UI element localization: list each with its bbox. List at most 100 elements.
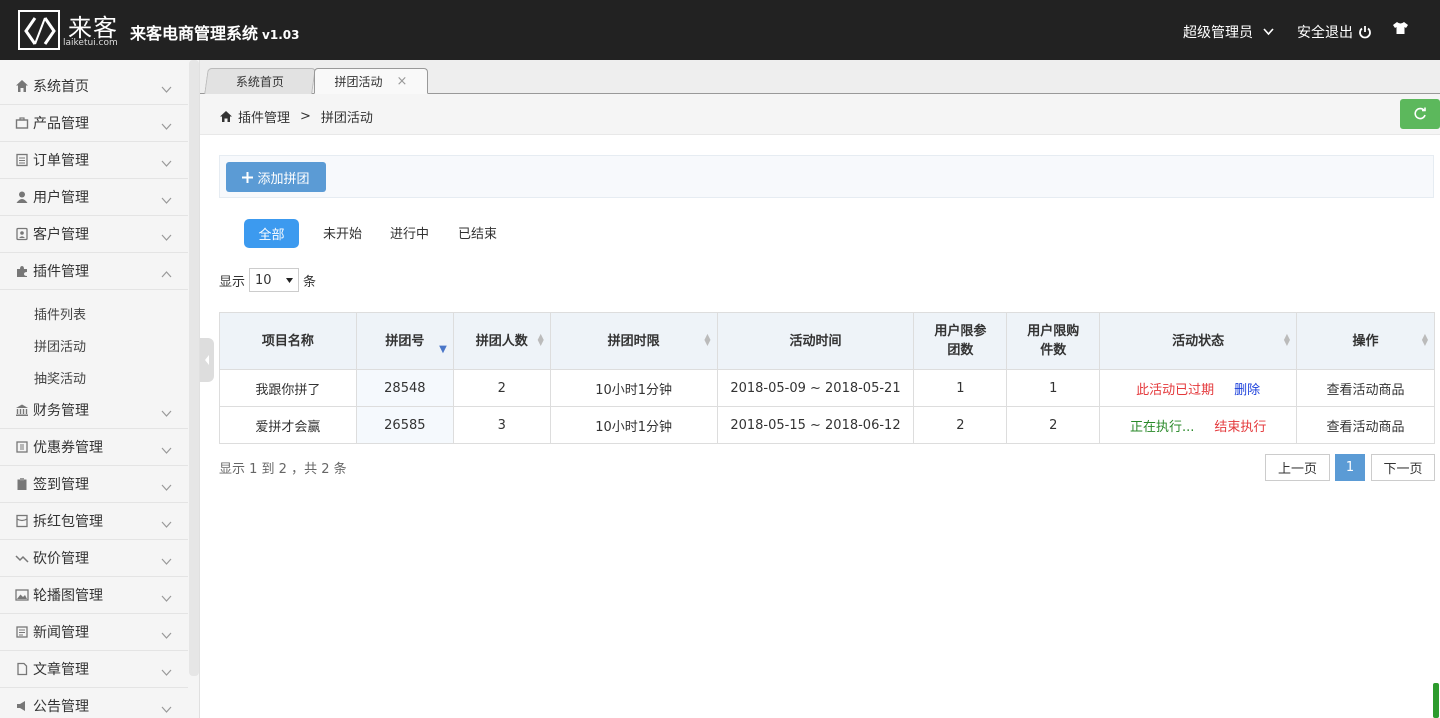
col-group-no[interactable]: 拼团号 ▼ [355,312,454,370]
news-icon [15,625,29,639]
sidebar-item-label: 新闻管理 [33,625,89,641]
col-time-label: 活动时间 [789,333,842,349]
sidebar-item[interactable]: 砍价管理 [0,540,188,577]
col-status[interactable]: 活动状态 ▲ ▼ [1099,312,1298,370]
view-goods-link[interactable]: 查看活动商品 [1327,383,1405,398]
sidebar-item[interactable]: 拆红包管理 [0,503,188,540]
sidebar-item[interactable]: 签到管理 [0,466,188,503]
length-value: 10 [255,272,272,288]
sidebar-subitem[interactable]: 拼团活动 [34,336,86,355]
group-buy-table: 项目名称 拼团号 ▼ 拼团人数 ▲ ▼ 拼团时限 ▲ ▼ 活动时间 用户限参团数 用户限购… [219,312,1435,444]
col-people-label: 拼团人数 [475,333,528,349]
top-header: 来客 laiketui.com 来客电商管理系统 v1.03 超级管理员 安全退出 [0,0,1440,60]
sidebar-item-label: 系统首页 [33,79,89,95]
col-buy-limit-label: 用户限购件数 [1027,324,1080,358]
end-execution-link[interactable]: 结束执行 [1214,420,1266,435]
breadcrumb-parent[interactable]: 插件管理 [238,107,290,126]
sort-icon: ▲ ▼ [1283,332,1291,347]
coupon-icon [15,440,29,454]
filter-not-started[interactable]: 未开始 [323,223,362,242]
view-goods-link[interactable]: 查看活动商品 [1327,420,1405,435]
puzzle-icon [15,264,29,278]
system-title-text: 来客电商管理系统 [130,24,259,43]
trend-icon [15,551,29,565]
chevron-down-icon [161,81,172,97]
refresh-button[interactable] [1400,99,1440,129]
sidebar-item[interactable]: 系统首页 [0,68,188,105]
chevron-down-icon [161,664,172,680]
page-length-select[interactable]: 10 [249,268,300,292]
megaphone-icon [15,699,29,713]
col-time[interactable]: 活动时间 [716,312,915,370]
side-indicator [1433,683,1439,718]
sidebar-item[interactable]: 客户管理 [0,216,188,253]
col-status-label: 活动状态 [1172,333,1225,349]
tab-group-buy[interactable]: 拼团活动 × [314,68,428,94]
sidebar-toggle[interactable] [200,338,214,382]
add-group-button[interactable]: 添加拼团 [226,162,326,192]
sidebar-item[interactable]: 优惠券管理 [0,429,188,466]
admin-label: 超级管理员 [1183,25,1253,41]
admin-menu[interactable]: 超级管理员 [1183,22,1274,42]
cell-join-limit: 1 [913,369,1008,407]
logout-button[interactable]: 安全退出 [1297,22,1372,42]
col-buy-limit[interactable]: 用户限购件数 [1006,312,1101,370]
sidebar-item[interactable]: 新闻管理 [0,614,188,651]
sidebar-item-label: 优惠券管理 [33,440,103,456]
chevron-up-icon [161,266,172,282]
cell-buy-limit: 2 [1006,406,1101,444]
sidebar-item[interactable]: 插件管理 [0,253,188,290]
next-page-button[interactable]: 下一页 [1371,454,1435,481]
briefcase-icon [15,116,29,130]
filter-in-progress[interactable]: 进行中 [390,223,429,242]
length-suffix: 条 [303,274,317,290]
chevron-down-icon [161,405,172,421]
sidebar-item[interactable]: 用户管理 [0,179,188,216]
power-icon [1359,26,1371,39]
cell-join-limit: 2 [913,406,1008,444]
chevron-down-icon [161,627,172,643]
sidebar-item[interactable]: 轮播图管理 [0,577,188,614]
sidebar-item[interactable]: 文章管理 [0,651,188,688]
filter-all[interactable]: 全部 [244,219,299,248]
breadcrumb-current: 拼团活动 [320,111,373,126]
sidebar-scrollbar[interactable] [189,60,199,676]
col-people[interactable]: 拼团人数 ▲ ▼ [452,312,551,370]
chevron-down-icon [161,192,172,208]
prev-page-button[interactable]: 上一页 [1265,454,1330,481]
page-length: 显示 10 条 [219,268,316,292]
skin-icon[interactable] [1392,21,1409,39]
logout-label: 安全退出 [1297,25,1353,41]
sidebar-item[interactable]: 产品管理 [0,105,188,142]
sidebar-item-label: 砍价管理 [33,551,89,567]
sort-icon: ▲ ▼ [1421,332,1428,347]
sidebar-item[interactable]: 订单管理 [0,142,188,179]
filter-ended[interactable]: 已结束 [458,223,497,242]
col-limit[interactable]: 拼团时限 ▲ ▼ [549,312,718,370]
sidebar-subitem[interactable]: 插件列表 [34,304,86,323]
chevron-down-icon [161,479,172,495]
sidebar-item[interactable]: 财务管理 [0,392,188,429]
bank-icon [15,403,29,417]
table-header-row: 项目名称 拼团号 ▼ 拼团人数 ▲ ▼ 拼团时限 ▲ ▼ 活动时间 用户限参团数 用户限购… [219,312,1435,370]
cell-people: 3 [452,406,551,444]
col-join-limit-label: 用户限参团数 [934,324,987,358]
close-icon[interactable]: × [397,74,408,89]
page-1-button[interactable]: 1 [1335,454,1365,481]
caret-down-icon [286,277,294,283]
sidebar-item[interactable]: 公告管理 [0,688,188,718]
col-op[interactable]: 操作 ▲ ▼ [1296,312,1435,370]
cell-time: 2018-05-09 ~ 2018-05-21 [716,369,915,407]
col-join-limit[interactable]: 用户限参团数 [913,312,1008,370]
tab-home[interactable]: 系统首页 [204,68,316,94]
sidebar-item-label: 用户管理 [33,190,89,206]
contact-icon [15,227,29,241]
cell-status: 正在执行... 结束执行 [1099,406,1298,444]
chevron-down-icon [161,553,172,569]
cell-op: 查看活动商品 [1296,369,1435,407]
col-name[interactable]: 项目名称 [219,312,357,370]
delete-link[interactable]: 删除 [1234,383,1260,398]
col-name-label: 项目名称 [261,333,314,349]
sidebar-subitem[interactable]: 抽奖活动 [34,368,86,387]
tab-home-label: 系统首页 [235,75,284,89]
